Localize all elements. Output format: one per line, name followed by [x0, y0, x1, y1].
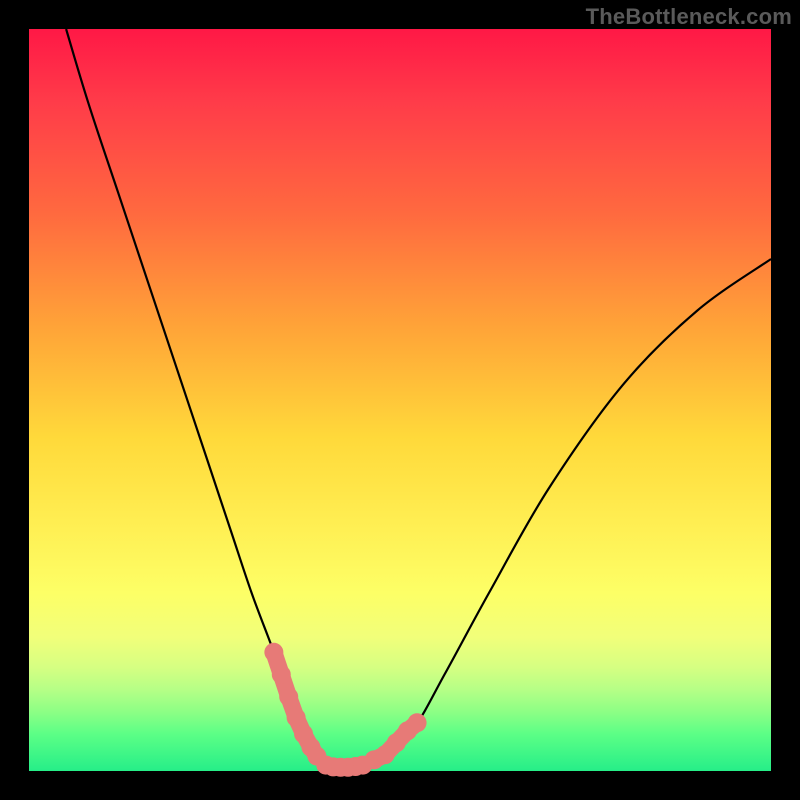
marker-right-point [408, 713, 427, 732]
plot-area [29, 29, 771, 771]
curve-svg [29, 29, 771, 771]
marker-left-point [272, 665, 291, 684]
chart-frame: TheBottleneck.com [0, 0, 800, 800]
watermark-text: TheBottleneck.com [586, 4, 792, 30]
marker-layer [264, 643, 426, 777]
marker-left-point [279, 687, 298, 706]
bottleneck-curve [66, 29, 771, 768]
marker-left-point [287, 708, 306, 727]
marker-left-point [264, 643, 283, 662]
